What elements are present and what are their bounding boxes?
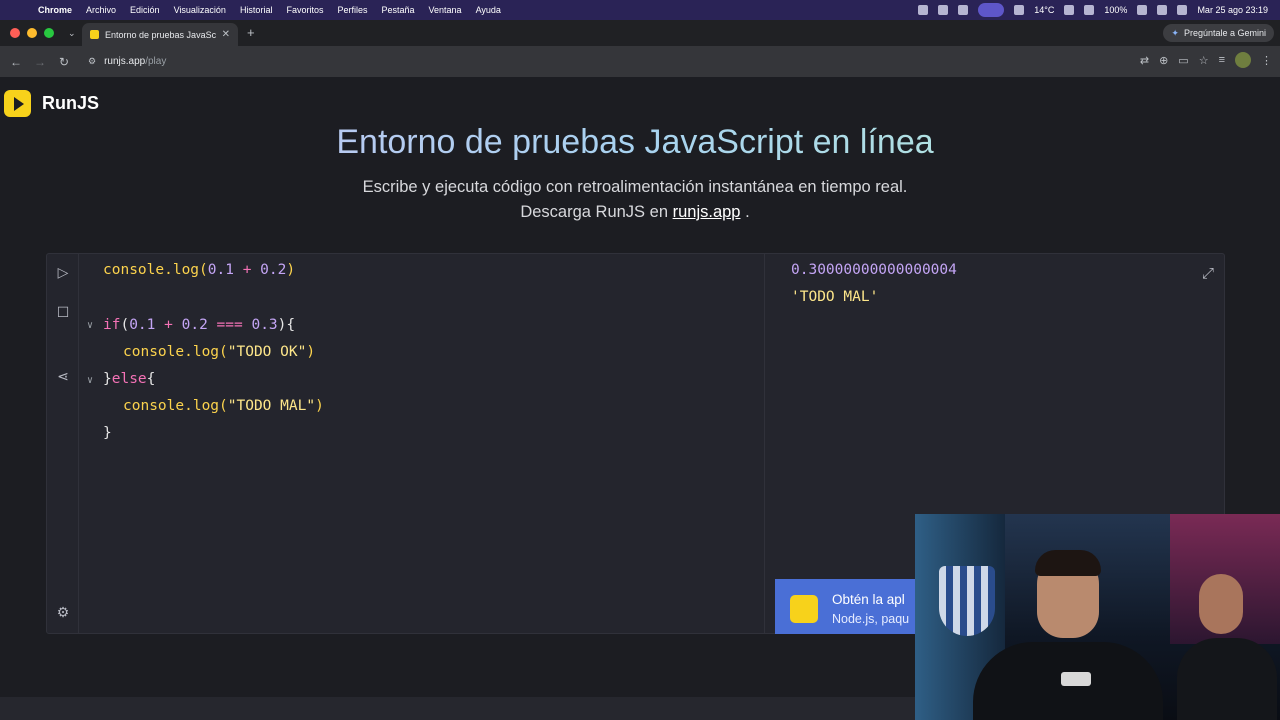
page-title: Entorno de pruebas JavaScript en línea: [0, 123, 1270, 162]
status-tray: 14°C 100% Mar 25 ago 23:19: [918, 0, 1268, 20]
battery-level[interactable]: 100%: [1104, 5, 1127, 15]
share-icon[interactable]: ⋖: [55, 368, 71, 385]
weather-temperature[interactable]: 14°C: [1034, 5, 1054, 15]
fold-chevron-icon[interactable]: ∨: [87, 375, 93, 386]
close-window-button[interactable]: [10, 28, 20, 38]
translate-icon[interactable]: ⇄: [1140, 54, 1149, 67]
menu-perfiles[interactable]: Perfiles: [337, 5, 367, 15]
code-line-5[interactable]: }else{: [103, 371, 155, 387]
search-icon[interactable]: [1137, 5, 1148, 15]
reading-list-icon[interactable]: ≡: [1219, 54, 1225, 66]
download-app-banner[interactable]: Obtén la apl Node.js, paqu: [775, 579, 920, 634]
menu-archivo[interactable]: Archivo: [86, 5, 116, 15]
code-line-6[interactable]: console.log("TODO MAL"): [123, 398, 324, 414]
chrome-menu-icon[interactable]: ⋮: [1261, 54, 1272, 67]
tab-title: Entorno de pruebas JavaScript: [105, 29, 216, 40]
macos-menu-bar: Chrome Archivo Edición Visualización His…: [0, 0, 1280, 20]
zoom-window-button[interactable]: [44, 28, 54, 38]
runjs-logo-icon: [790, 595, 818, 623]
site-info-icon[interactable]: ⚙: [88, 56, 96, 67]
extension-icon[interactable]: [918, 5, 929, 15]
code-editor[interactable]: console.log(0.1 + 0.2) ∨ if(0.1 + 0.2 ==…: [81, 254, 765, 633]
creative-cloud-icon[interactable]: [958, 5, 969, 15]
airplay-icon[interactable]: [1014, 5, 1025, 15]
subtitle-line-1: Escribe y ejecuta código con retroalimen…: [362, 178, 908, 196]
url-path: /play: [145, 56, 167, 67]
code-line-3[interactable]: if(0.1 + 0.2 === 0.3){: [103, 317, 295, 333]
logo-text: RunJS: [42, 93, 100, 113]
output-line-2: 'TODO MAL': [791, 289, 879, 305]
menu-historial[interactable]: Historial: [240, 5, 273, 15]
person-right: [1177, 566, 1277, 720]
wifi-icon[interactable]: [1084, 5, 1095, 15]
window-controls: [10, 28, 54, 38]
minimize-window-button[interactable]: [27, 28, 37, 38]
ask-gemini-button[interactable]: ✦ Pregúntale a Gemini: [1163, 24, 1274, 42]
back-icon[interactable]: ←: [4, 55, 28, 69]
ask-gemini-label: Pregúntale a Gemini: [1183, 28, 1266, 38]
banner-subtitle: Node.js, paqu: [832, 612, 910, 626]
output-line-1: 0.30000000000000004: [791, 262, 957, 278]
code-line-1[interactable]: console.log(0.1 + 0.2): [103, 262, 295, 278]
editor-toolbar: ▷ ☐ ⋖ ⚙: [47, 254, 79, 633]
forward-icon[interactable]: →: [28, 55, 52, 69]
screenshot-icon[interactable]: [938, 5, 949, 15]
browser-tab-bar: ⌄ Entorno de pruebas JavaScript ✕ + ✦ Pr…: [0, 20, 1280, 46]
browser-toolbar: ← → ↻ ⚙ runjs.app /play ⇄ ⊕ ▭ ☆ ≡ ⋮: [0, 46, 1280, 77]
fold-chevron-icon[interactable]: ∨: [87, 320, 93, 331]
url-host: runjs.app: [104, 56, 146, 67]
gemini-icon: ✦: [1171, 27, 1179, 38]
record-icon[interactable]: [1064, 5, 1075, 15]
toolbar-actions: ⇄ ⊕ ▭ ☆ ≡ ⋮: [1140, 52, 1272, 68]
code-line-4[interactable]: console.log("TODO OK"): [123, 344, 315, 360]
stop-icon[interactable]: ☐: [55, 304, 71, 321]
control-center-icon[interactable]: [1157, 5, 1168, 15]
reload-icon[interactable]: ↻: [52, 55, 76, 69]
zoom-icon[interactable]: ⊕: [1159, 54, 1168, 67]
runjs-logo-icon: [4, 90, 31, 117]
menu-pestana[interactable]: Pestaña: [381, 5, 414, 15]
menu-edicion[interactable]: Edición: [130, 5, 160, 15]
menu-ayuda[interactable]: Ayuda: [476, 5, 501, 15]
expand-icon[interactable]: ⤢: [1202, 264, 1214, 282]
tab-runjs[interactable]: Entorno de pruebas JavaScript ✕: [82, 23, 238, 46]
banner-title: Obtén la apl: [832, 592, 905, 607]
profile-avatar[interactable]: [1235, 52, 1251, 68]
menu-visualizacion[interactable]: Visualización: [174, 5, 226, 15]
cast-icon[interactable]: ▭: [1178, 54, 1188, 67]
screen-share-icon[interactable]: [978, 3, 1005, 17]
subtitle-line-2: Descarga RunJS en runjs.app .: [0, 200, 1270, 225]
menu-ventana[interactable]: Ventana: [429, 5, 462, 15]
run-icon[interactable]: ▷: [55, 264, 71, 281]
page-subtitle: Escribe y ejecuta código con retroalimen…: [0, 175, 1270, 225]
settings-gear-icon[interactable]: ⚙: [55, 604, 71, 621]
subtitle-suffix: .: [740, 203, 750, 221]
close-tab-icon[interactable]: ✕: [222, 29, 230, 40]
clock[interactable]: Mar 25 ago 23:19: [1197, 5, 1268, 15]
tab-search-chevron-icon[interactable]: ⌄: [68, 28, 76, 39]
address-bar[interactable]: ⚙ runjs.app /play: [80, 51, 1198, 72]
runjs-logo[interactable]: RunJS: [4, 90, 99, 117]
bookmark-star-icon[interactable]: ☆: [1199, 54, 1209, 67]
subtitle-prefix: Descarga RunJS en: [520, 203, 668, 221]
webcam-overlay: [915, 514, 1280, 720]
siri-icon[interactable]: [1177, 5, 1188, 15]
menu-favoritos[interactable]: Favoritos: [286, 5, 323, 15]
runjs-app-link[interactable]: runjs.app: [673, 203, 741, 221]
code-line-7[interactable]: }: [103, 425, 112, 441]
new-tab-icon[interactable]: +: [247, 25, 255, 40]
runjs-favicon-icon: [90, 30, 99, 39]
shirt-logo: [1061, 672, 1091, 686]
person-center: [973, 550, 1163, 720]
menu-chrome[interactable]: Chrome: [38, 5, 72, 15]
